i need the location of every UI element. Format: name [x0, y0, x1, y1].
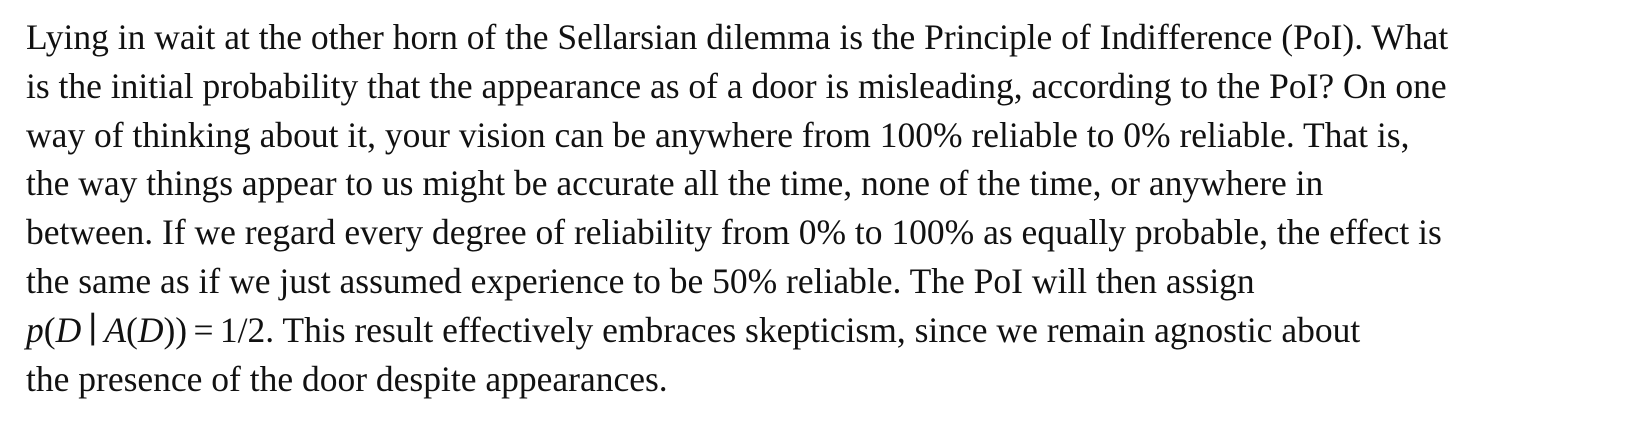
formula-a: A — [104, 309, 126, 350]
formula-p: p — [26, 309, 44, 350]
text-line-7: p(D ∣ A(D)) = 1/2. This result effectively e… — [26, 306, 1626, 355]
text-line-7-rest: . This result effectively embraces skept… — [265, 309, 1361, 350]
formula-inner-open-paren: ( — [126, 309, 138, 350]
formula-equals: = — [193, 309, 214, 350]
page: Lying in wait at the other horn of the S… — [0, 0, 1642, 428]
text-line-3: way of thinking about it, your vision ca… — [26, 114, 1410, 155]
formula-value: 1/2 — [219, 309, 266, 350]
text-line-6: the same as if we just assumed experienc… — [26, 260, 1255, 301]
text-line-1: Lying in wait at the other horn of the S… — [26, 17, 1449, 57]
probability-formula: p(D ∣ A(D)) = 1/2 — [26, 310, 265, 350]
formula-given-bar: ∣ — [87, 309, 98, 350]
formula-close-parens: )) — [163, 309, 188, 350]
text-line-5: between. If we regard every degree of re… — [26, 212, 1442, 253]
formula-d-2: D — [137, 309, 164, 350]
text-line-8: the presence of the door despite appeara… — [26, 358, 668, 399]
formula-d-1: D — [55, 309, 82, 350]
text-line-2: is the initial probability that the appe… — [26, 65, 1447, 106]
text-line-4: the way things appear to us might be acc… — [26, 163, 1324, 204]
body-paragraph: Lying in wait at the other horn of the S… — [26, 13, 1626, 403]
formula-open-paren: ( — [43, 309, 56, 350]
